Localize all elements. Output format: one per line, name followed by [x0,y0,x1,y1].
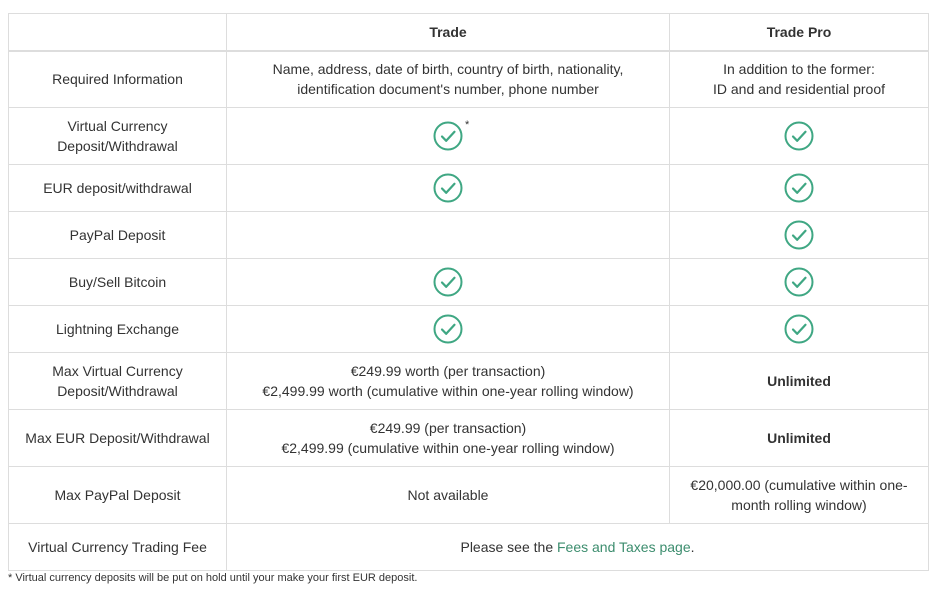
header-trade-pro: Trade Pro [669,13,929,52]
trade-max-paypal: Not available [226,466,670,524]
trade-required-information-line1: Name, address, date of birth, country of… [272,61,624,78]
table-row: Max PayPal Deposit Not available €20,000… [8,466,929,524]
plan-comparison-table: Trade Trade Pro Required Information Nam… [8,13,929,571]
row-label-virtual-currency-deposit: Virtual Currency Deposit/Withdrawal [8,107,227,165]
pro-buy-sell-bitcoin [669,258,929,306]
check-circle-icon [433,173,463,203]
trading-fee-period: . [690,539,695,555]
trade-virtual-currency-deposit: * [226,107,670,165]
table-header-row: Trade Trade Pro [8,13,929,52]
pro-max-paypal: €20,000.00 (cumulative within one- month… [669,466,929,524]
header-empty-cell [8,13,227,52]
pro-required-information-line1: In addition to the former: [723,61,875,78]
row-label-max-paypal: Max PayPal Deposit [8,466,227,524]
trade-max-eur: €249.99 (per transaction) €2,499.99 (cum… [226,409,670,467]
fees-and-taxes-link[interactable]: Fees and Taxes page [557,539,691,555]
table-row: Required Information Name, address, date… [8,50,929,108]
row-label-required-information: Required Information [8,50,227,108]
check-circle-icon [784,173,814,203]
pro-max-eur: Unlimited [669,409,929,467]
table-row: Virtual Currency Trading Fee Please see … [8,523,929,571]
row-label-line1: Max Virtual Currency [52,363,183,379]
table-row: Max Virtual Currency Deposit/Withdrawal … [8,352,929,410]
row-label-lightning-exchange: Lightning Exchange [8,305,227,353]
table-row: PayPal Deposit [8,211,929,259]
table-row: Virtual Currency Deposit/Withdrawal * [8,107,929,165]
row-label-buy-sell-bitcoin: Buy/Sell Bitcoin [8,258,227,306]
trade-required-information: Name, address, date of birth, country of… [226,50,670,108]
check-with-footnote: * [433,119,469,151]
table-row: Lightning Exchange [8,305,929,353]
trade-max-eur-line1: €249.99 (per transaction) [369,420,527,436]
table-row: EUR deposit/withdrawal [8,164,929,212]
check-circle-icon [433,267,463,297]
table-row: Buy/Sell Bitcoin [8,258,929,306]
trade-max-virtual-currency-line2: €2,499.99 worth (cumulative within one-y… [262,383,634,399]
row-label-max-virtual-currency: Max Virtual Currency Deposit/Withdrawal [8,352,227,410]
trade-paypal-deposit [226,211,670,259]
trade-max-virtual-currency-line1: €249.99 worth (per transaction) [350,363,546,379]
check-circle-icon [784,121,814,151]
pro-lightning-exchange [669,305,929,353]
trade-eur-deposit [226,164,670,212]
trade-max-virtual-currency: €249.99 worth (per transaction) €2,499.9… [226,352,670,410]
pro-max-paypal-line1: €20,000.00 (cumulative within one- [690,477,908,493]
trade-buy-sell-bitcoin [226,258,670,306]
check-circle-icon [784,220,814,250]
trading-fee-text: Please see the [460,539,557,555]
footnote-marker: * [465,119,470,131]
check-circle-icon [784,314,814,344]
trade-lightning-exchange [226,305,670,353]
pro-max-virtual-currency: Unlimited [669,352,929,410]
pro-eur-deposit [669,164,929,212]
pro-max-paypal-line2: month rolling window) [731,497,867,513]
trade-max-eur-line2: €2,499.99 (cumulative within one-year ro… [281,440,615,456]
page: Trade Trade Pro Required Information Nam… [0,0,939,589]
check-circle-icon [433,314,463,344]
row-label-line1: Virtual Currency [67,118,168,134]
check-circle-icon [784,267,814,297]
trading-fee-note: Please see the Fees and Taxes page. [226,523,929,571]
footnote: * Virtual currency deposits will be put … [8,572,418,584]
row-label-eur-deposit: EUR deposit/withdrawal [8,164,227,212]
pro-required-information: In addition to the former: ID and and re… [669,50,929,108]
row-label-line2: Deposit/Withdrawal [57,138,178,154]
row-label-line2: Deposit/Withdrawal [57,383,178,399]
pro-virtual-currency-deposit [669,107,929,165]
header-trade: Trade [226,13,670,52]
pro-paypal-deposit [669,211,929,259]
trade-required-information-line2: identification document's number, phone … [297,81,599,98]
row-label-max-eur: Max EUR Deposit/Withdrawal [8,409,227,467]
table-row: Max EUR Deposit/Withdrawal €249.99 (per … [8,409,929,467]
pro-required-information-line2: ID and and residential proof [713,81,885,98]
row-label-paypal-deposit: PayPal Deposit [8,211,227,259]
row-label-trading-fee: Virtual Currency Trading Fee [8,523,227,571]
check-circle-icon [433,121,463,151]
